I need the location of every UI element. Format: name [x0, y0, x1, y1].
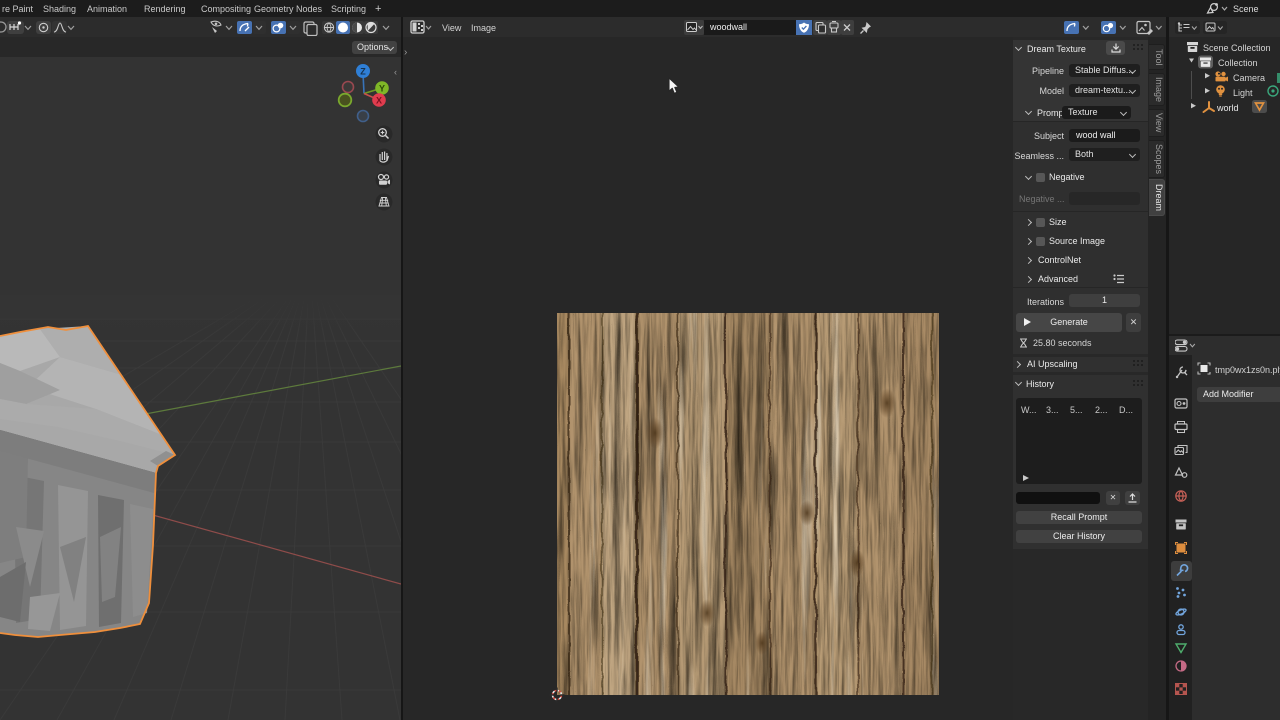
svg-text:X: X	[376, 96, 382, 106]
svg-text:Z: Z	[360, 67, 366, 77]
svg-text:Y: Y	[379, 84, 385, 94]
